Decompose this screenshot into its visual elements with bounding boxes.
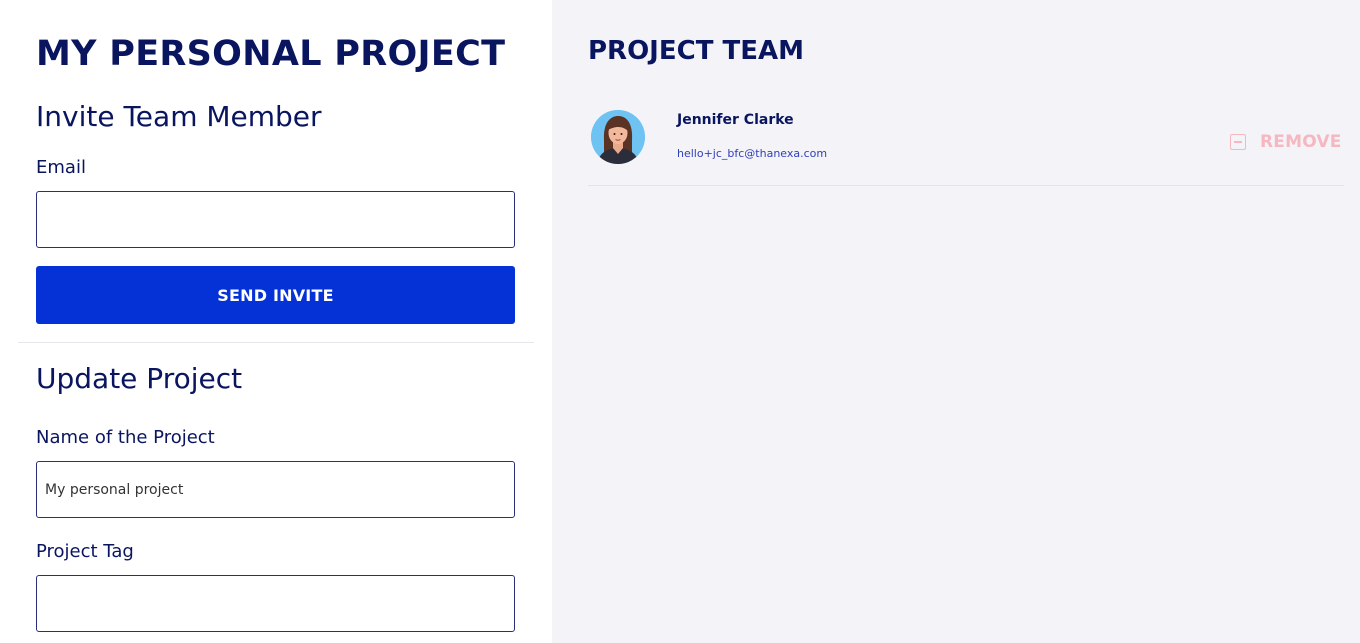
remove-label: REMOVE <box>1260 132 1342 152</box>
minus-square-icon <box>1230 134 1246 150</box>
member-email: hello+jc_bfc@thanexa.com <box>677 147 828 160</box>
project-team-panel: PROJECT TEAM Jennifer Clarke hello+jc_bf… <box>552 0 1360 643</box>
member-name: Jennifer Clarke <box>677 112 794 128</box>
woman-avatar-icon <box>591 110 645 164</box>
left-panel: MY PERSONAL PROJECT Invite Team Member E… <box>0 0 552 643</box>
section-divider <box>18 342 534 343</box>
project-team-title: PROJECT TEAM <box>588 36 804 66</box>
email-input[interactable] <box>36 191 515 248</box>
project-tag-input[interactable] <box>36 575 515 632</box>
send-invite-button[interactable]: SEND INVITE <box>36 266 515 324</box>
remove-member-button[interactable]: REMOVE <box>1230 131 1342 153</box>
project-name-input[interactable] <box>36 461 515 518</box>
page-title: MY PERSONAL PROJECT <box>36 34 506 74</box>
team-member-row: Jennifer Clarke hello+jc_bfc@thanexa.com… <box>588 98 1344 186</box>
invite-section-title: Invite Team Member <box>36 100 322 133</box>
project-name-label: Name of the Project <box>36 427 215 448</box>
update-section-title: Update Project <box>36 362 243 395</box>
project-tag-label: Project Tag <box>36 541 134 562</box>
email-label: Email <box>36 157 86 178</box>
